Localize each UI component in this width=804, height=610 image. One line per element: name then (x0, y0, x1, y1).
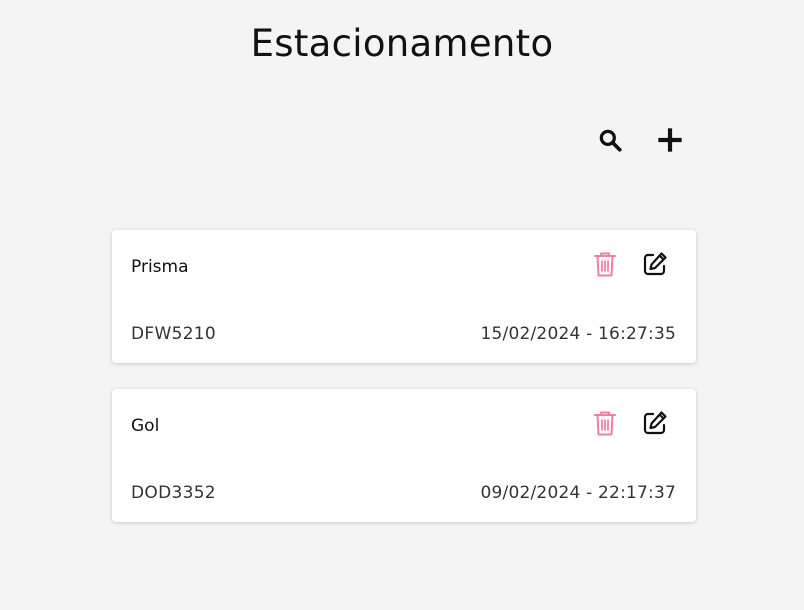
edit-button[interactable] (641, 250, 669, 278)
parking-page: Estacionamento Prisma DFW5210 15/02/2024… (0, 0, 804, 610)
search-icon (599, 129, 622, 152)
search-button[interactable] (592, 122, 628, 158)
toolbar (592, 120, 692, 160)
delete-button[interactable] (591, 250, 619, 278)
vehicle-card[interactable]: Gol DOD3352 09/02/2024 - 22:17:37 (112, 389, 696, 522)
vehicle-plate: DFW5210 (131, 324, 217, 344)
plus-icon (658, 128, 682, 152)
card-actions (591, 409, 669, 437)
trash-icon (594, 411, 616, 435)
edit-icon (643, 411, 667, 435)
delete-button[interactable] (591, 409, 619, 437)
add-vehicle-button[interactable] (652, 122, 688, 158)
vehicle-plate: DOD3352 (131, 483, 216, 503)
card-actions (591, 250, 669, 278)
edit-button[interactable] (641, 409, 669, 437)
vehicle-card[interactable]: Prisma DFW5210 15/02/2024 - 16:27:35 (112, 230, 696, 363)
edit-icon (643, 252, 667, 276)
vehicle-name: Gol (131, 416, 160, 436)
vehicle-datetime: 09/02/2024 - 22:17:37 (480, 483, 676, 503)
vehicle-name: Prisma (131, 257, 189, 277)
trash-icon (594, 252, 616, 276)
page-title: Estacionamento (250, 22, 554, 65)
vehicle-datetime: 15/02/2024 - 16:27:35 (480, 324, 676, 344)
